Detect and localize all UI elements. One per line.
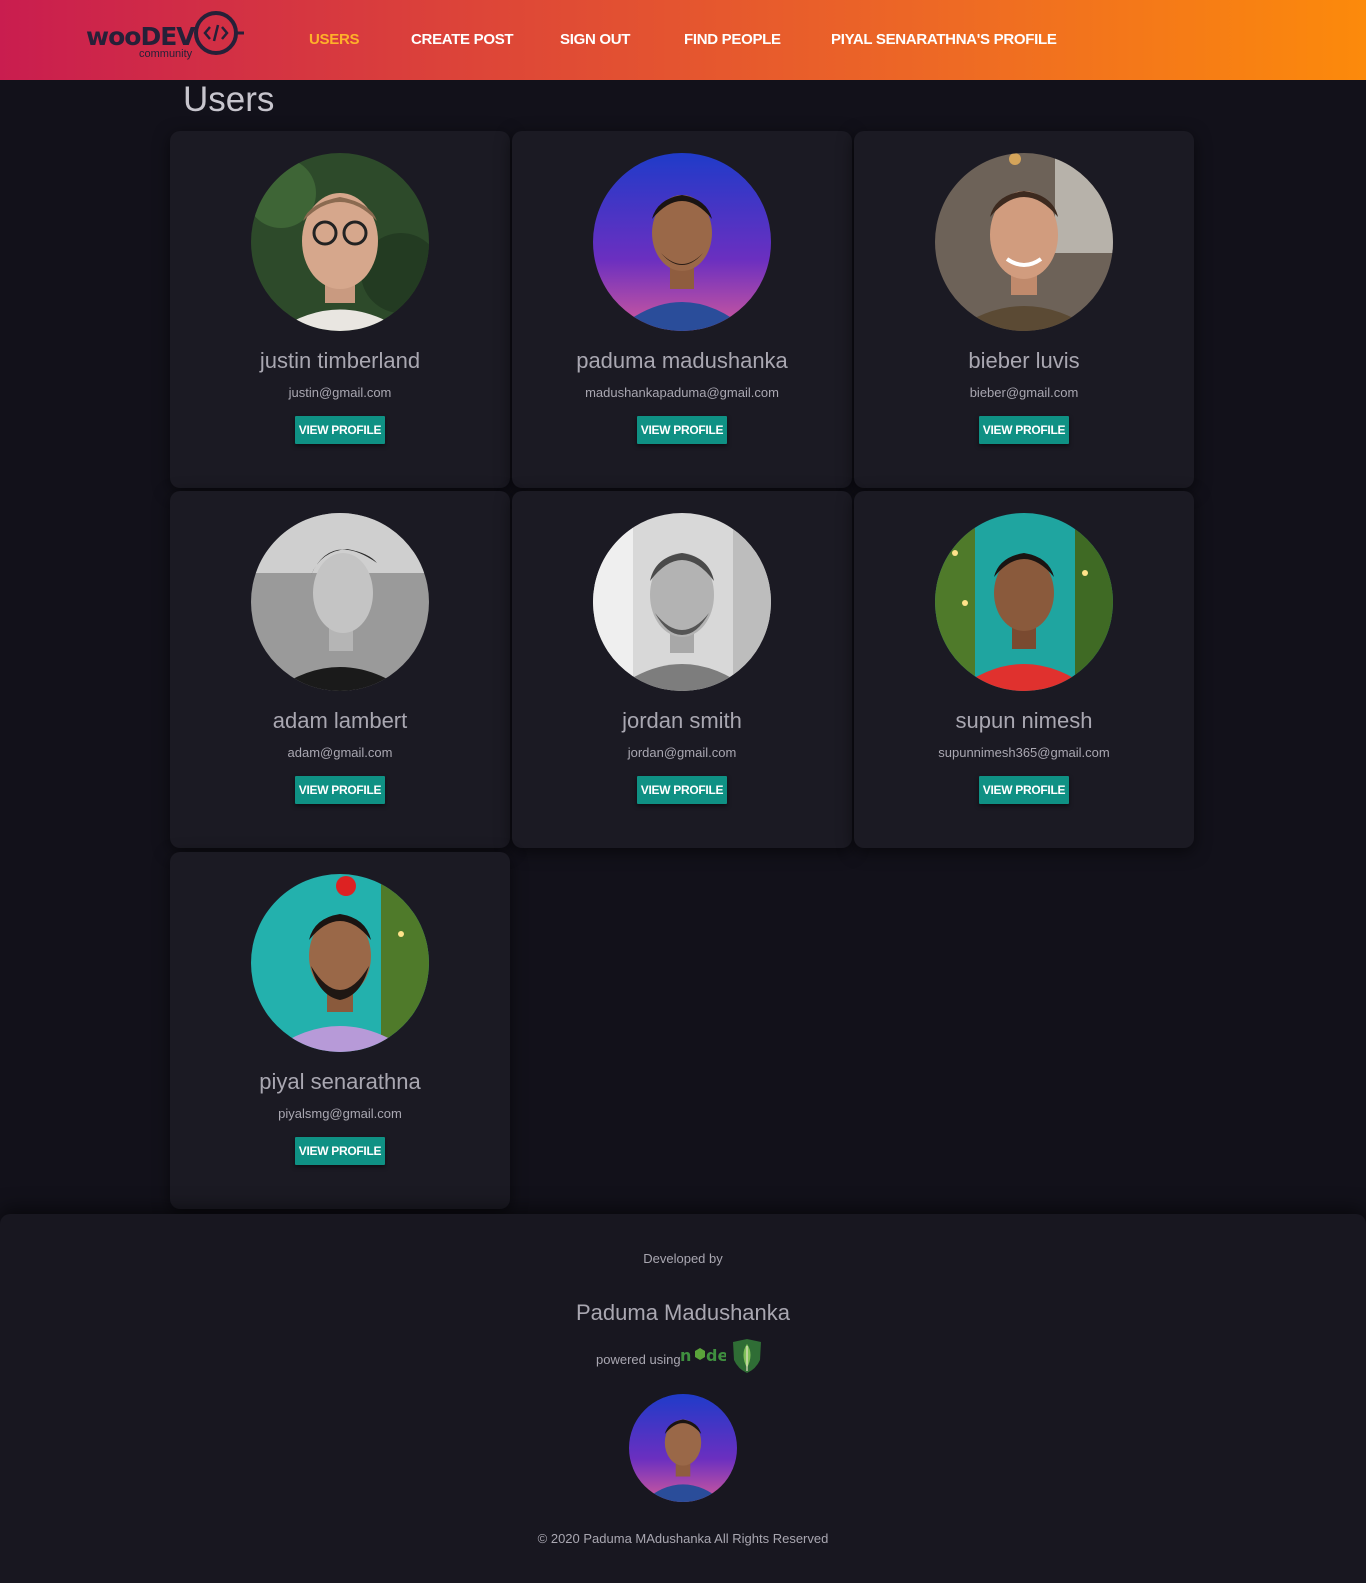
user-email: supunnimesh365@gmail.com <box>938 745 1110 760</box>
logo-subtitle: community <box>139 48 193 60</box>
top-navbar: wooDEV community Users Create Post Sign … <box>0 0 1366 80</box>
user-email: adam@gmail.com <box>287 745 393 760</box>
nav-users[interactable]: Users <box>309 31 359 51</box>
developer-name: Paduma Madushanka <box>575 1300 791 1325</box>
avatar <box>935 153 1113 331</box>
user-name: bieber luvis <box>968 348 1080 373</box>
user-email: madushankapaduma@gmail.com <box>585 385 779 400</box>
user-card: adam lambert adam@gmail.com View Profile <box>170 491 510 848</box>
view-profile-button[interactable]: View Profile <box>295 776 385 804</box>
user-card: justin timberland justin@gmail.com View … <box>170 131 510 488</box>
mongodb-leaf-icon <box>733 1339 761 1373</box>
powered-by-label: powered using <box>596 1352 681 1367</box>
nav-my-profile[interactable]: Piyal Senarathna's Profile <box>831 31 1057 51</box>
user-card: jordan smith jordan@gmail.com View Profi… <box>512 491 852 848</box>
nav-find-people[interactable]: Find People <box>684 31 781 51</box>
view-profile-button[interactable]: View Profile <box>295 1137 385 1165</box>
avatar <box>593 153 771 331</box>
nav-create-post[interactable]: Create Post <box>411 31 514 51</box>
user-name: jordan smith <box>622 708 742 733</box>
page-footer: Developed by Paduma Madushanka powered u… <box>0 1214 1366 1583</box>
user-email: piyalsmg@gmail.com <box>278 1106 402 1121</box>
view-profile-button[interactable]: View Profile <box>979 776 1069 804</box>
avatar <box>251 513 429 691</box>
svg-text:de: de <box>706 1346 726 1365</box>
svg-text:n: n <box>680 1346 691 1365</box>
logo-text: wooDEV <box>86 22 196 51</box>
code-brackets-icon <box>194 11 244 55</box>
avatar <box>935 513 1113 691</box>
user-card: piyal senarathna piyalsmg@gmail.com View… <box>170 852 510 1209</box>
view-profile-button[interactable]: View Profile <box>295 416 385 444</box>
user-name: justin timberland <box>259 348 421 373</box>
nav-sign-out[interactable]: Sign Out <box>560 31 630 51</box>
avatar <box>593 513 771 691</box>
avatar <box>251 153 429 331</box>
user-name: paduma madushanka <box>576 348 788 373</box>
developer-avatar <box>629 1394 737 1502</box>
page-title: Users <box>183 80 275 119</box>
user-name: piyal senarathna <box>259 1069 421 1094</box>
user-email: justin@gmail.com <box>288 385 392 400</box>
user-card: paduma madushanka madushankapaduma@gmail… <box>512 131 852 488</box>
avatar <box>251 874 429 1052</box>
user-name: adam lambert <box>272 708 408 733</box>
copyright-text: © 2020 Paduma MAdushanka All Rights Rese… <box>537 1531 829 1546</box>
view-profile-button[interactable]: View Profile <box>637 776 727 804</box>
user-email: jordan@gmail.com <box>627 745 737 760</box>
view-profile-button[interactable]: View Profile <box>637 416 727 444</box>
user-card: supun nimesh supunnimesh365@gmail.com Vi… <box>854 491 1194 848</box>
nodejs-logo: n de <box>680 1346 726 1365</box>
developed-by-label: Developed by <box>643 1251 723 1266</box>
user-name: supun nimesh <box>955 708 1093 733</box>
user-card: bieber luvis bieber@gmail.com View Profi… <box>854 131 1194 488</box>
user-email: bieber@gmail.com <box>969 385 1079 400</box>
view-profile-button[interactable]: View Profile <box>979 416 1069 444</box>
site-logo[interactable]: wooDEV community <box>84 6 244 66</box>
